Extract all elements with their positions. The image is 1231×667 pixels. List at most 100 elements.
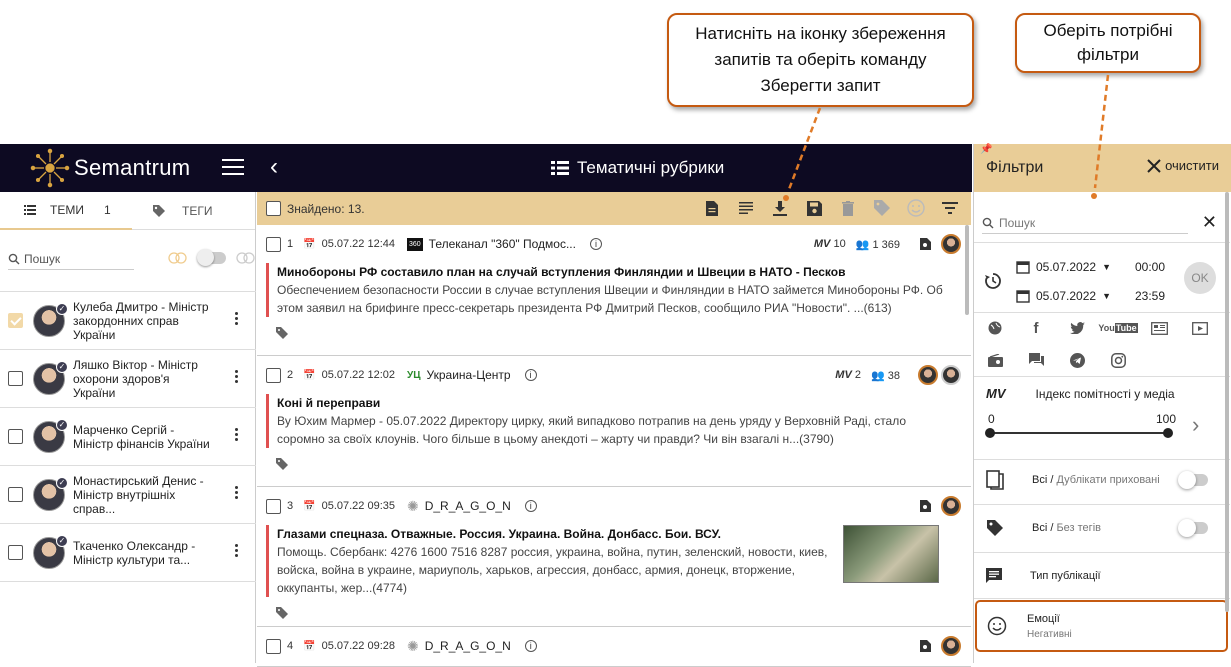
sidebar-tabs: ТЕМИ 1 ТЕГИ [0,192,255,230]
instagram-icon[interactable] [1109,352,1127,368]
article-checkbox[interactable] [266,638,281,654]
video-icon[interactable] [1191,320,1209,336]
publication-type-filter[interactable]: Тип публікації [974,551,1230,601]
brand-logo[interactable]: Semantrum [30,148,190,188]
filters-scrollbar[interactable] [1225,192,1229,612]
theme-item[interactable]: ✓ Марченко Сергій - Міністр фінансів Укр… [0,407,256,466]
theme-checkbox[interactable] [8,313,23,328]
article-checkbox[interactable] [266,498,281,514]
themes-search-input[interactable]: Пошук [8,248,134,270]
sidebar-toggle[interactable] [197,249,226,266]
article-tag-icon[interactable] [266,597,971,629]
theme-checkbox[interactable] [8,487,23,502]
audience-stat: 👥 38 [870,369,900,382]
article-source[interactable]: Украина-Центр [427,368,511,382]
article-thumbnail[interactable] [843,525,939,583]
youtube-icon[interactable]: You Tube [1098,320,1138,336]
text-lines-icon[interactable] [737,199,755,217]
news-icon[interactable] [1150,320,1168,336]
mv-range-slider[interactable] [985,428,1173,438]
tab-themes-count: 1 [103,202,111,217]
tags-toggle[interactable] [1178,519,1208,537]
theme-checkbox[interactable] [8,429,23,444]
tab-tags[interactable]: ТЕГИ [132,192,212,230]
article-checkbox[interactable] [266,367,281,383]
duplicates-toggle[interactable] [1178,471,1208,489]
select-all-checkbox[interactable] [266,201,281,216]
rings-icon[interactable] [168,252,188,264]
comments-icon[interactable] [1027,352,1045,368]
article-source[interactable]: Телеканал "360" Подмос... [429,237,576,251]
sidebar-toggles [168,249,256,266]
tab-themes[interactable]: ТЕМИ 1 [0,192,132,230]
calendar-icon [1016,261,1030,274]
tab-themes-label: ТЕМИ [50,202,84,217]
view-document-icon[interactable] [920,640,931,652]
theme-checkbox[interactable] [8,545,23,560]
tag-icon[interactable] [873,199,891,217]
articles-scrollbar[interactable] [965,225,969,315]
date-from-row[interactable]: 05.07.2022 ▼ 00:00 [1016,260,1165,274]
info-icon[interactable]: i [524,500,537,512]
audience-stat: 👥 1 369 [855,238,900,251]
article-checkbox[interactable] [266,236,281,252]
more-options-icon[interactable] [235,428,238,441]
calendar-icon [1016,290,1030,303]
emotions-filter[interactable]: Емоції Негативні [975,600,1228,652]
person-face-icon [941,365,961,385]
view-document-icon[interactable] [920,238,931,250]
more-options-icon[interactable] [235,370,238,383]
theme-name: Кулеба Дмитро - Міністр закордонних спра… [73,299,209,342]
theme-item[interactable]: ✓ Ткаченко Олександр - Міністр культури … [0,523,256,582]
document-icon[interactable] [703,199,721,217]
article-tag-icon[interactable] [266,448,971,480]
save-query-icon[interactable] [805,199,823,217]
more-options-icon[interactable] [235,312,238,325]
article-title[interactable]: Минобороны РФ составило план на случай в… [277,263,971,281]
history-icon[interactable] [984,272,1002,290]
twitter-icon[interactable] [1068,320,1086,336]
hamburger-menu-icon[interactable] [222,157,244,177]
facebook-icon[interactable]: f [1027,320,1045,337]
avatar: ✓ [33,534,68,569]
time-to[interactable]: 23:59 [1135,289,1165,303]
filter-icon[interactable] [941,199,959,217]
info-icon[interactable]: i [589,238,602,250]
search-clear-icon[interactable]: ✕ [1202,212,1217,233]
telegram-icon[interactable] [1068,352,1086,368]
info-icon[interactable]: i [524,640,537,652]
back-chevron-icon[interactable]: ‹ [270,153,278,181]
chevron-right-icon[interactable]: › [1192,412,1199,438]
theme-item[interactable]: ✓ Кулеба Дмитро - Міністр закордонних сп… [0,291,256,350]
delete-icon[interactable] [839,199,857,217]
date-to-row[interactable]: 05.07.2022 ▼ 23:59 [1016,289,1165,303]
person-face-icon [941,636,961,656]
calendar-icon: 📅 [303,640,316,652]
view-document-icon[interactable] [920,500,931,512]
article-tag-icon[interactable] [266,317,971,349]
time-from[interactable]: 00:00 [1135,260,1165,274]
ok-button[interactable]: OK [1184,262,1216,294]
clear-filters-button[interactable]: очистити [1147,158,1219,173]
theme-checkbox[interactable] [8,371,23,386]
filters-search-placeholder: Пошук [999,215,1036,230]
article-source[interactable]: D_R_A_G_O_N [425,499,511,513]
emotion-smile-icon[interactable] [907,199,925,217]
theme-item[interactable]: ✓ Ляшко Віктор - Міністр охорони здоров'… [0,349,256,408]
more-options-icon[interactable] [235,486,238,499]
verified-badge-icon: ✓ [56,302,68,315]
download-icon[interactable] [771,199,789,217]
theme-item[interactable]: ✓ Монастирський Денис - Міністр внутрішн… [0,465,256,524]
rings-icon-grey[interactable] [236,252,256,264]
info-icon[interactable]: i [524,369,537,381]
article-source[interactable]: D_R_A_G_O_N [425,639,511,653]
top-bar: Semantrum ‹ Тематичні рубрики [0,144,972,192]
pin-icon[interactable]: 📌 [980,144,992,155]
article-persons [941,496,961,516]
article-title[interactable]: Коні й переправи [277,394,971,412]
emotion-smile-icon [987,616,1007,636]
web-globe-icon[interactable] [986,320,1004,336]
more-options-icon[interactable] [235,544,238,557]
radio-icon[interactable] [986,352,1004,368]
filters-search-input[interactable]: Пошук [982,212,1188,234]
